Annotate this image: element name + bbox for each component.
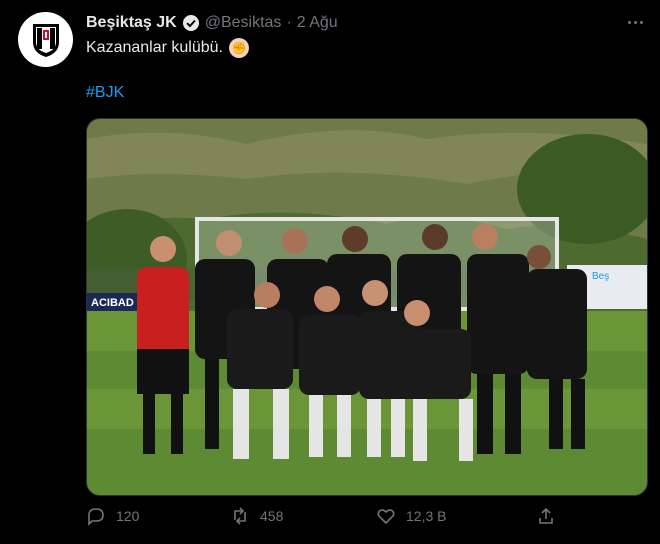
tweet-timestamp[interactable]: 2 Ağu bbox=[297, 14, 338, 32]
author-handle[interactable]: @Besiktas bbox=[205, 14, 282, 32]
retweet-button[interactable]: 458 bbox=[230, 506, 283, 526]
retweet-count: 458 bbox=[260, 508, 284, 524]
more-options-icon[interactable] bbox=[624, 14, 646, 30]
besiktas-crest-icon bbox=[32, 23, 59, 57]
reply-button[interactable]: 120 bbox=[86, 506, 139, 526]
tweet-header: Beşiktaş JK @Besiktas · 2 Ağu bbox=[86, 12, 644, 34]
tweet: Beşiktaş JK @Besiktas · 2 Ağu Kazananlar… bbox=[0, 0, 660, 544]
separator-dot: · bbox=[286, 14, 292, 31]
tweet-media-photo[interactable]: ACIBAD Beş bbox=[86, 118, 648, 496]
like-button[interactable]: 12,3 B bbox=[376, 506, 446, 526]
reply-icon bbox=[88, 508, 104, 526]
banner-left-text: ACIBAD bbox=[91, 297, 134, 309]
tweet-text: Kazananlar kulübü. ✊ bbox=[86, 38, 249, 58]
share-icon bbox=[539, 507, 553, 524]
banner-right-text: Beş bbox=[592, 271, 609, 282]
tweet-actions: 120 458 12,3 B bbox=[86, 506, 600, 532]
hashtag-link[interactable]: #BJK bbox=[86, 84, 124, 102]
author-name[interactable]: Beşiktaş JK bbox=[86, 14, 177, 32]
heart-icon bbox=[377, 509, 395, 525]
team-photo: ACIBAD Beş bbox=[87, 119, 647, 495]
retweet-icon bbox=[234, 507, 246, 525]
reply-count: 120 bbox=[116, 508, 140, 524]
like-count: 12,3 B bbox=[406, 508, 447, 524]
verified-badge-icon bbox=[182, 14, 200, 32]
tweet-text-content: Kazananlar kulübü. bbox=[86, 39, 223, 56]
avatar[interactable] bbox=[18, 12, 73, 67]
share-button[interactable] bbox=[536, 506, 556, 526]
fist-emoji-icon: ✊ bbox=[228, 38, 249, 58]
